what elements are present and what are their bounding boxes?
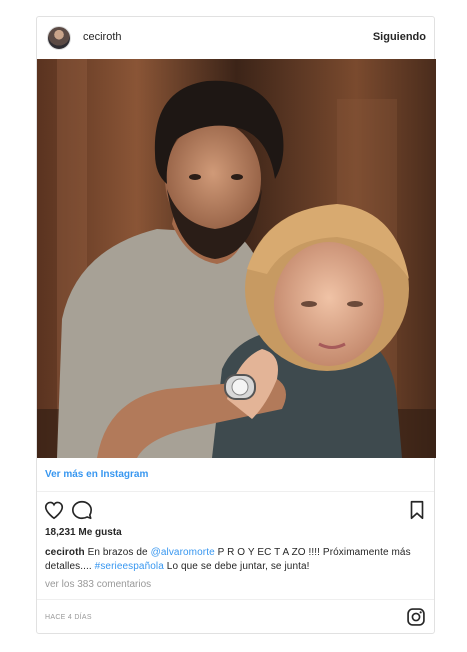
username[interactable]: ceciroth [83, 31, 122, 43]
mention-link[interactable]: @alvaromorte [151, 547, 215, 558]
following-button[interactable]: Siguiendo [373, 31, 426, 43]
view-more-on-instagram-link[interactable]: Ver más en Instagram [45, 469, 148, 480]
post-photo-image [37, 59, 436, 458]
caption-text: En brazos de [84, 547, 151, 558]
post-actions [37, 499, 434, 523]
caption-username[interactable]: ceciroth [45, 547, 85, 558]
hashtag-link[interactable]: #serieespañola [95, 561, 164, 572]
divider [37, 599, 434, 600]
heart-icon[interactable] [43, 499, 65, 521]
instagram-logo-icon[interactable] [406, 607, 426, 627]
bookmark-icon[interactable] [406, 499, 428, 521]
like-count[interactable]: 18,231 Me gusta [45, 527, 122, 538]
view-comments-link[interactable]: ver los 383 comentarios [45, 579, 151, 590]
post-timestamp[interactable]: HACE 4 DÍAS [45, 614, 92, 621]
post-caption: ceciroth En brazos de @alvaromorte P R O… [45, 546, 420, 574]
post-photo[interactable] [37, 59, 436, 458]
divider [37, 491, 434, 492]
instagram-embed-card: ceciroth Siguiendo Ver más en Instagram … [36, 16, 436, 634]
avatar[interactable] [47, 26, 71, 50]
comment-icon[interactable] [71, 499, 93, 521]
post-header: ceciroth Siguiendo [37, 17, 434, 59]
caption-text: Lo que se debe juntar, se junta! [163, 561, 310, 572]
